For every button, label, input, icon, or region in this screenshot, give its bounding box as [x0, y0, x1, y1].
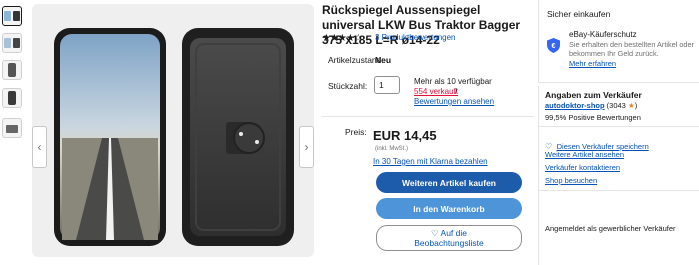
buyer-protection-panel: Sicher einkaufen € eBay-Käuferschutz Sie… — [538, 0, 699, 83]
contact-seller-link[interactable]: Verkäufer kontaktieren — [545, 163, 620, 172]
svg-text:€: € — [552, 43, 556, 50]
watchlist-label-2: Beobachtungsliste — [414, 238, 484, 248]
thumbnail-3[interactable] — [2, 60, 22, 80]
seller-panel: Angaben zum Verkäufer autodoktor-shop (3… — [538, 86, 699, 265]
watchlist-button[interactable]: ♡ Auf die Beobachtungsliste — [376, 225, 522, 251]
seller-heading: Angaben zum Verkäufer — [545, 90, 642, 100]
add-to-cart-button[interactable]: In den Warenkorb — [376, 198, 522, 219]
visit-shop-link[interactable]: Shop besuchen — [545, 176, 597, 185]
gallery-prev-button[interactable]: ‹ — [32, 126, 47, 168]
klarna-link[interactable]: In 30 Tagen mit Klarna bezahlen — [373, 157, 488, 166]
price-label: Preis: — [345, 127, 367, 137]
seller-name-link[interactable]: autodoktor-shop — [545, 101, 605, 110]
condition-value: Neu — [375, 55, 392, 65]
heart-icon: ♡ — [431, 228, 439, 238]
availability-text: Mehr als 10 verfügbar — [414, 77, 492, 86]
business-seller-note: Angemeldet als gewerblicher Verkäufer — [545, 224, 676, 233]
protection-text: Sie erhalten den bestellten Artikel oder… — [569, 40, 694, 58]
seller-score-close: ) — [634, 101, 638, 110]
learn-more-link[interactable]: Mehr erfahren — [569, 59, 616, 68]
seller-divider-2 — [539, 190, 699, 191]
shield-icon: € — [547, 38, 560, 53]
reviews-link[interactable]: 3 Produktbewertungen — [375, 33, 456, 42]
gallery-next-button[interactable]: › — [299, 126, 314, 168]
quantity-input[interactable]: 1 — [374, 76, 400, 94]
image-gallery: ‹ › — [32, 4, 314, 257]
seller-score: (3043 — [606, 101, 626, 110]
watchlist-label-1: Auf die — [440, 228, 467, 238]
thumbnail-5[interactable] — [2, 118, 22, 138]
rating-stars: ★★★★☆ — [322, 33, 363, 44]
seller-feedback: 99,5% Positive Bewertungen — [545, 113, 641, 122]
buy-now-button[interactable]: Weiteren Artikel kaufen — [376, 172, 522, 193]
thumbnail-4[interactable] — [2, 88, 22, 108]
seller-line: autodoktor-shop (3043 ★) — [545, 101, 637, 111]
chevron-left-icon: ‹ — [37, 140, 42, 154]
protection-heading: Sicher einkaufen — [547, 9, 611, 19]
divider — [322, 116, 534, 117]
view-reviews-link[interactable]: Bewertungen ansehen — [414, 97, 494, 106]
more-items-link[interactable]: Weitere Artikel ansehen — [545, 150, 624, 159]
condition-label: Artikelzustand: — [328, 55, 384, 65]
price-value: EUR 14,45 — [373, 128, 437, 143]
thumbnail-2[interactable] — [2, 33, 22, 53]
watchlist-line-1: ♡ Auf die — [431, 228, 467, 238]
seller-divider — [539, 126, 699, 127]
sold-count[interactable]: 554 verkauft — [414, 87, 458, 96]
tax-note: (inkl. MwSt.) — [375, 146, 408, 152]
star-icon: ★ — [627, 101, 635, 110]
product-image — [54, 28, 294, 246]
chevron-right-icon: › — [304, 140, 309, 154]
protection-title: eBay-Käuferschutz — [569, 30, 637, 39]
thumbnail-strip — [0, 0, 26, 265]
thumbnail-1[interactable] — [2, 6, 22, 26]
quantity-label: Stückzahl: — [328, 81, 368, 91]
separator: / — [455, 87, 458, 96]
